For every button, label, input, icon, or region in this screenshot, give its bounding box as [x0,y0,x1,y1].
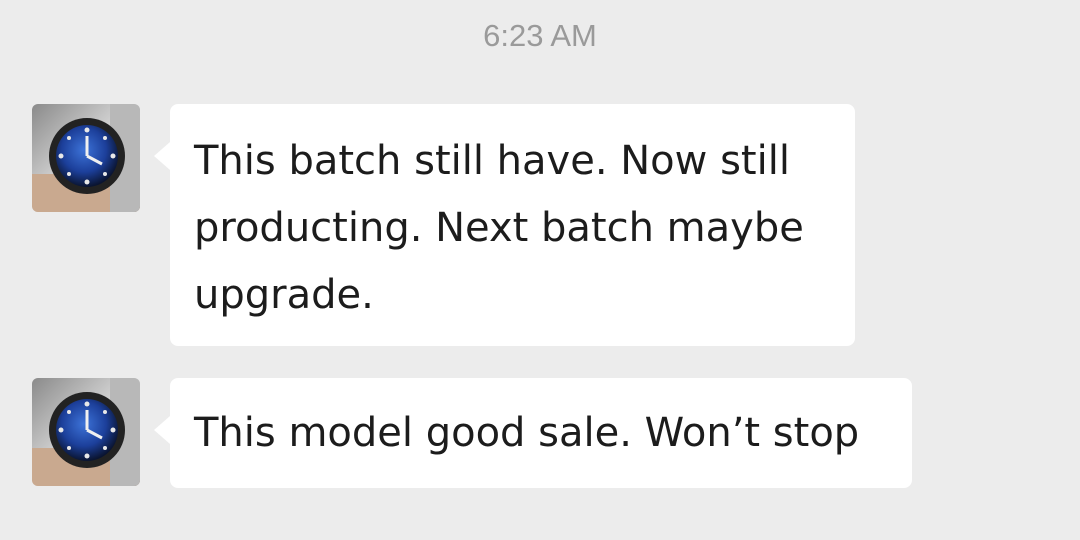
message-row: This model good sale. Won’t stop [32,378,912,488]
sender-avatar[interactable] [32,104,140,212]
message-bubble[interactable]: This batch still have. Now still product… [154,104,855,346]
message-text: This model good sale. Won’t stop [194,410,860,456]
watch-avatar-icon [32,104,140,212]
message-timestamp: 6:23 AM [483,18,597,53]
message-bubble[interactable]: This model good sale. Won’t stop [154,378,912,488]
sender-avatar[interactable] [32,378,140,486]
message-text: This batch still have. Now still product… [194,138,804,318]
message-row: This batch still have. Now still product… [32,104,855,346]
watch-avatar-icon [32,378,140,486]
